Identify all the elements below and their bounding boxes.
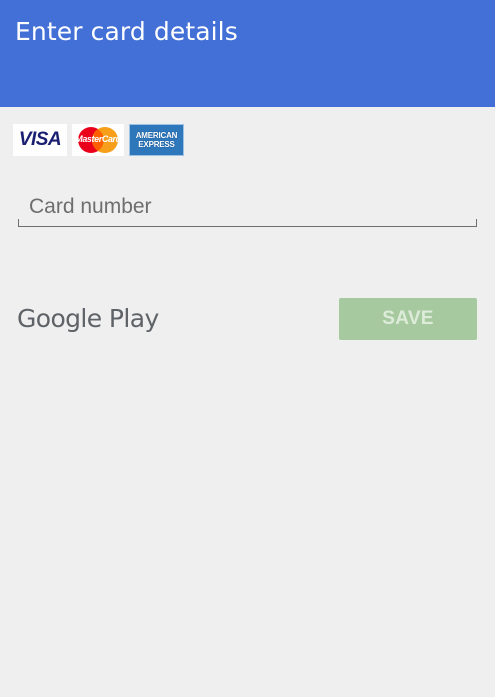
visa-logo-text: VISA [18, 129, 62, 150]
amex-logo-text-line2: EXPRESS [138, 140, 175, 149]
visa-logo: VISA [13, 124, 67, 156]
save-button[interactable]: SAVE [339, 298, 477, 340]
google-play-logo: Google Play [17, 304, 159, 333]
accepted-cards: VISA MasterCard AMERICAN EXPRESS [13, 124, 184, 156]
page-title: Enter card details [15, 17, 238, 46]
card-entry-screen: Enter card details VISA MasterCard AMERI… [0, 0, 495, 697]
mastercard-logo-text: MasterCard [75, 134, 121, 144]
mastercard-logo: MasterCard [72, 124, 124, 156]
input-underline-right-tick [476, 219, 477, 227]
amex-logo: AMERICAN EXPRESS [129, 124, 184, 156]
input-underline-left-tick [18, 219, 19, 227]
amex-logo-text-line1: AMERICAN [135, 131, 178, 140]
card-number-input[interactable] [18, 188, 477, 227]
header-bar: Enter card details [0, 0, 495, 107]
